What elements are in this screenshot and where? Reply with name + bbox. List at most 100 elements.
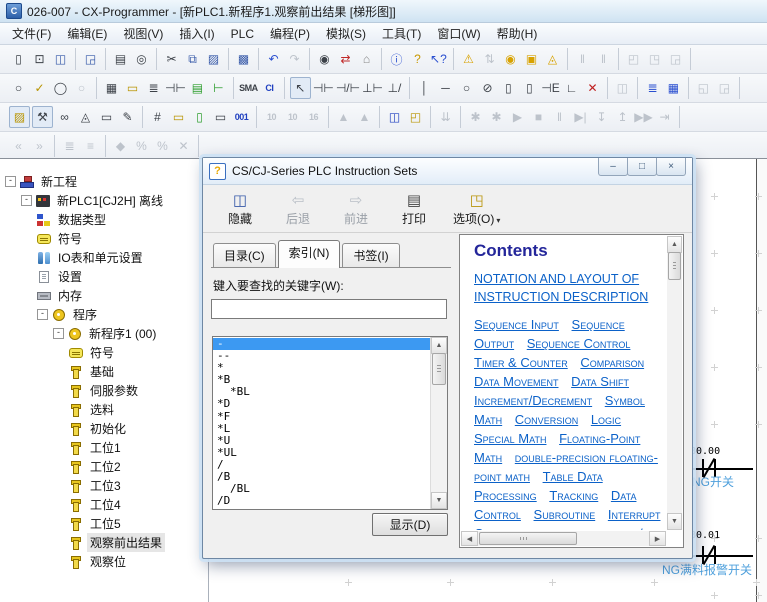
contact-or-open-icon[interactable]: ⊥⊢ <box>362 78 383 98</box>
rung-comment-icon[interactable]: ≣ <box>144 78 163 98</box>
scroll-left-icon[interactable]: ◀ <box>461 531 478 546</box>
find-icon[interactable]: ◉ <box>315 49 334 69</box>
index-list-item[interactable]: /BL <box>213 483 431 495</box>
display-button[interactable]: 显示(D) <box>372 513 448 536</box>
tree-item[interactable]: 数据类型 <box>0 210 208 229</box>
index-list-item[interactable]: *L <box>213 423 431 435</box>
tree-item[interactable]: 工位1 <box>0 438 208 457</box>
zoom-icon[interactable]: ○ <box>9 78 28 98</box>
io-warning-icon[interactable]: ▣ <box>522 49 541 69</box>
context-help-icon[interactable]: ↖? <box>429 49 448 69</box>
contents-link[interactable]: Sequence Control <box>527 336 631 351</box>
contents-link[interactable]: Data Movement <box>474 374 559 389</box>
hide-button[interactable]: ◫隐藏 <box>211 189 269 229</box>
vertical-line-icon[interactable]: │ <box>415 78 434 98</box>
ci-view-icon[interactable]: CI <box>260 78 279 98</box>
tree-item[interactable]: 基础 <box>0 362 208 381</box>
contents-scrollbar[interactable]: ▲ ▼ <box>667 236 682 530</box>
tab-contents[interactable]: 目录(C) <box>213 243 276 268</box>
tree-item[interactable]: 工位5 <box>0 514 208 533</box>
scroll-right-icon[interactable]: ▶ <box>649 531 666 546</box>
section-browser-icon[interactable]: ▯ <box>190 107 209 127</box>
grid-toggle-icon[interactable]: ▦ <box>102 78 121 98</box>
rung-shortcuts-icon[interactable]: ▤ <box>188 78 207 98</box>
scroll-down-icon[interactable]: ▼ <box>667 513 682 530</box>
compare-programs-icon[interactable]: ◲ <box>81 49 100 69</box>
output-window-icon[interactable]: ▭ <box>211 107 230 127</box>
info-icon[interactable]: ⓘ <box>387 49 406 69</box>
menu-item[interactable]: PLC <box>223 25 262 43</box>
contents-link[interactable]: Logic <box>591 412 621 427</box>
instruction-box-icon[interactable]: ▯ <box>499 78 518 98</box>
contents-hscrollbar[interactable]: ◀ ▶ <box>461 531 666 546</box>
compile-icon[interactable]: ⚠ <box>459 49 478 69</box>
print-preview-icon[interactable]: ◎ <box>132 49 151 69</box>
tree-expander-icon[interactable]: - <box>21 195 32 206</box>
tree-item[interactable]: 观察位 <box>0 552 208 571</box>
help-icon[interactable]: ? <box>408 49 427 69</box>
menu-item[interactable]: 模拟(S) <box>318 23 374 44</box>
program-stack-icon[interactable]: ≣ <box>643 78 662 98</box>
tree-item[interactable]: 观察前出结果 <box>0 533 208 552</box>
tree-item[interactable]: 内存 <box>0 286 208 305</box>
rung-tree-icon[interactable]: ⊢ <box>209 78 228 98</box>
scroll-thumb[interactable] <box>479 532 577 545</box>
paste-attributes-icon[interactable]: ▩ <box>234 49 253 69</box>
replace-icon[interactable]: ⇄ <box>336 49 355 69</box>
menu-item[interactable]: 文件(F) <box>4 23 59 44</box>
connect-line-icon[interactable]: ∟ <box>562 78 581 98</box>
tree-item[interactable]: 选料 <box>0 400 208 419</box>
inverted-instruction-icon[interactable]: ▯ <box>520 78 539 98</box>
scroll-down-icon[interactable]: ▼ <box>431 492 447 509</box>
index-list-item[interactable]: -- <box>213 350 431 362</box>
contents-link[interactable]: Special Math <box>474 431 546 446</box>
tree-item[interactable]: 符号 <box>0 229 208 248</box>
output-small-icon[interactable]: ▭ <box>97 107 116 127</box>
tree-expander-icon[interactable]: - <box>37 309 48 320</box>
expansion-instruction-icon[interactable]: ⊣E <box>541 78 560 98</box>
comment-box-icon[interactable]: ▭ <box>123 78 142 98</box>
contact-or-closed-icon[interactable]: ⊥/ <box>385 78 404 98</box>
tree-item[interactable]: 伺服参数 <box>0 381 208 400</box>
tree-item[interactable]: 工位3 <box>0 476 208 495</box>
coil-open-icon[interactable]: ○ <box>457 78 476 98</box>
menu-item[interactable]: 视图(V) <box>115 23 171 44</box>
tree-item[interactable]: 初始化 <box>0 419 208 438</box>
io-grid-icon[interactable]: ▦ <box>664 78 683 98</box>
tree-item[interactable]: -新工程 <box>0 172 208 191</box>
index-list-item[interactable]: / <box>213 459 431 471</box>
tree-item[interactable]: 工位2 <box>0 457 208 476</box>
index-list-item[interactable]: - <box>213 338 431 350</box>
index-list-item[interactable]: *UL <box>213 447 431 459</box>
tree-item[interactable]: IO表和单元设置 <box>0 248 208 267</box>
watch-glasses-icon[interactable]: ∞ <box>55 107 74 127</box>
menu-item[interactable]: 插入(I) <box>171 23 222 44</box>
menu-item[interactable]: 编程(P) <box>262 23 318 44</box>
contents-link[interactable]: Conversion <box>515 412 578 427</box>
menu-item[interactable]: 工具(T) <box>374 23 429 44</box>
keyword-input[interactable] <box>211 299 447 319</box>
contents-link[interactable]: Timer & Counter <box>474 355 568 370</box>
menu-item[interactable]: 编辑(E) <box>59 23 115 44</box>
horizontal-line-icon[interactable]: ─ <box>436 78 455 98</box>
minimize-button[interactable]: – <box>598 158 628 176</box>
change-address-icon[interactable]: ⌂ <box>357 49 376 69</box>
scroll-thumb[interactable] <box>432 353 446 385</box>
tree-expander-icon[interactable]: - <box>53 328 64 339</box>
monitor-mode-icon[interactable]: ◰ <box>406 107 425 127</box>
tree-item[interactable]: -新PLC1[CJ2H] 离线 <box>0 191 208 210</box>
scroll-thumb[interactable] <box>668 252 681 280</box>
tree-item[interactable]: 工位4 <box>0 495 208 514</box>
close-button[interactable]: × <box>656 158 686 176</box>
maximize-button[interactable]: □ <box>627 158 657 176</box>
find-window-icon[interactable]: ◬ <box>76 107 95 127</box>
tree-expander-icon[interactable]: - <box>5 176 16 187</box>
contents-link[interactable]: Subroutine <box>534 507 596 522</box>
scroll-up-icon[interactable]: ▲ <box>667 236 682 253</box>
tab-index[interactable]: 索引(N) <box>278 240 341 268</box>
contents-link[interactable]: Tracking <box>549 488 598 503</box>
contents-link[interactable]: Increment/Decrement <box>474 393 592 408</box>
tree-item[interactable]: 设置 <box>0 267 208 286</box>
select-tool-icon[interactable]: ↖ <box>290 77 311 99</box>
title-bar[interactable]: C 026-007 - CX-Programmer - [新PLC1.新程序1.… <box>0 0 767 23</box>
